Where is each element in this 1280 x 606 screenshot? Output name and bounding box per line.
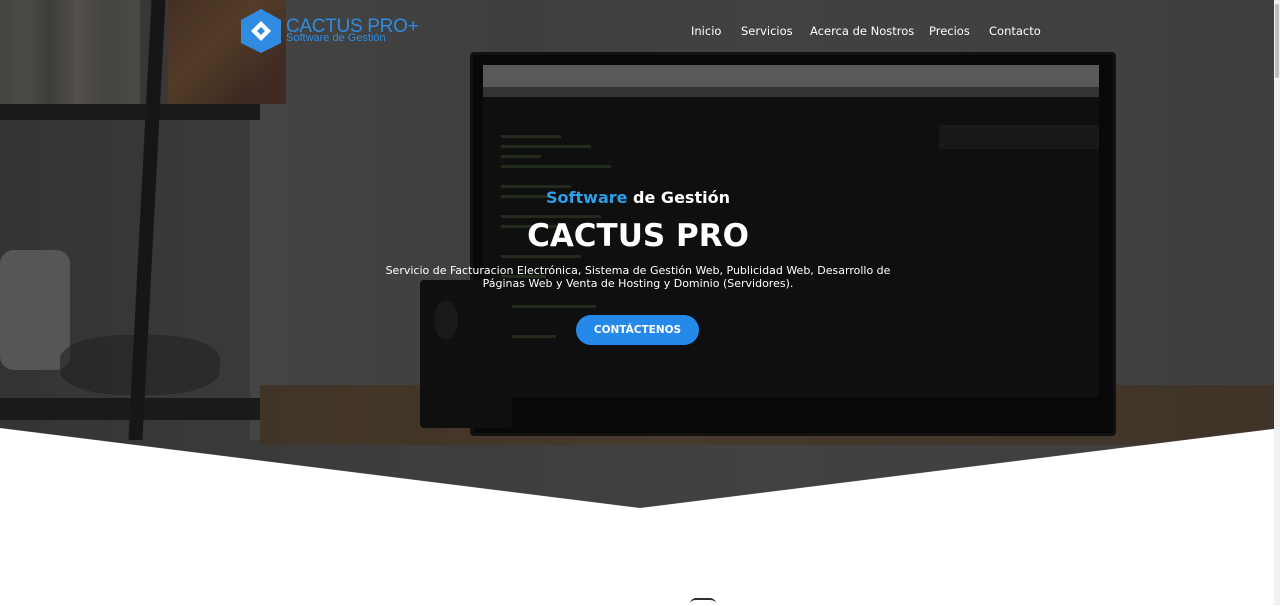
hero-overlay [0,0,1280,508]
nav-item-servicios[interactable]: Servicios [741,24,793,38]
hero-tagline-rest: de Gestión [627,188,730,207]
hero-tagline: Software de Gestión [0,188,1276,207]
hero-title: CACTUS PRO [527,218,749,254]
page-scrollbar[interactable] [1274,0,1280,605]
nav-item-inicio[interactable]: Inicio [691,24,721,38]
nav-item-precios[interactable]: Precios [929,24,970,38]
hero-description: Servicio de Facturacion Electrónica, Sis… [385,264,891,290]
contact-button[interactable]: CONTÁCTENOS [576,315,699,345]
hero-section [0,0,1280,508]
hero-tagline-accent: Software [546,188,628,207]
main-nav: Inicio Servicios Acerca de Nostros Preci… [0,24,1280,44]
scrollbar-thumb[interactable] [1275,4,1279,78]
nav-item-acerca[interactable]: Acerca de Nostros [810,24,914,38]
nav-item-contacto[interactable]: Contacto [989,24,1041,38]
